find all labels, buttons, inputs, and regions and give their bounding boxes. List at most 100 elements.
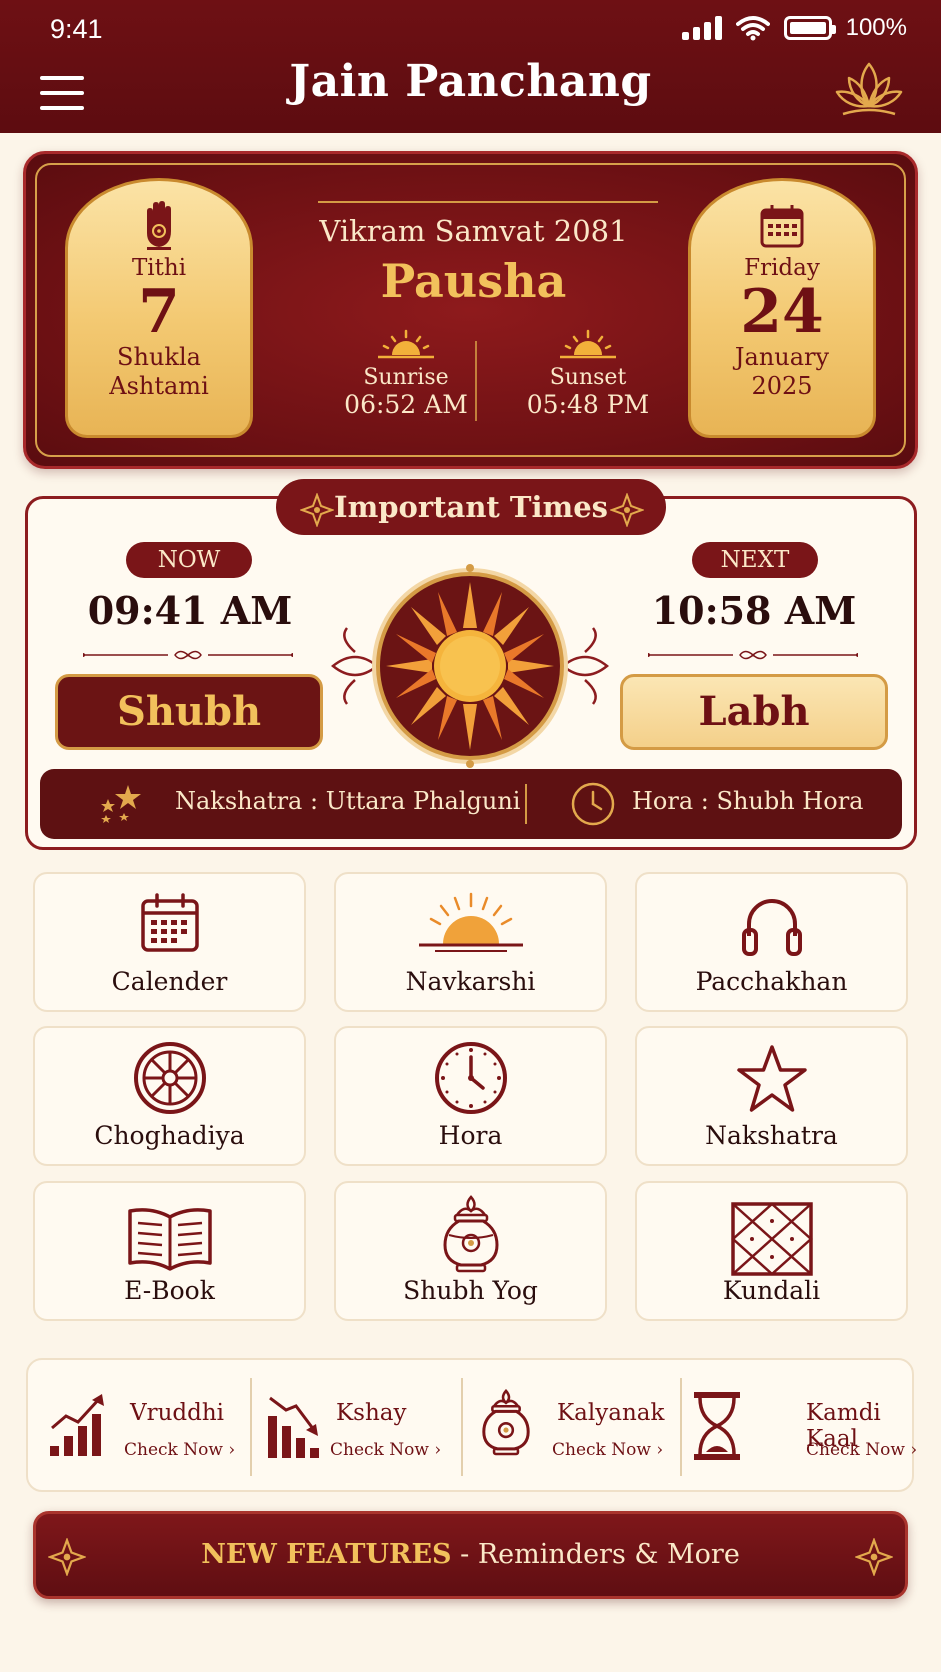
- star-icon: [736, 1045, 807, 1112]
- battery-percent: 100%: [845, 14, 907, 41]
- new-features-banner[interactable]: NEW FEATURES - Reminders & More: [33, 1511, 908, 1599]
- hindu-month: Pausha: [380, 254, 567, 308]
- banner-strong: NEW FEATURES: [201, 1539, 452, 1570]
- quick-title: Kalyanak: [557, 1400, 665, 1426]
- clock-icon: [434, 1042, 507, 1114]
- battery-icon: [783, 16, 836, 40]
- next-choghadiya[interactable]: Labh: [620, 674, 888, 750]
- month-name: January: [734, 343, 830, 371]
- tile-label: Choghadiya: [94, 1121, 245, 1150]
- day-number: 24: [740, 277, 824, 347]
- tithi-arch: Tithi 7 Shukla Ashtami: [65, 178, 253, 438]
- tile-label: Navkarshi: [405, 967, 536, 996]
- quick-cta: Check Now ›: [806, 1440, 918, 1460]
- quick-title: Vruddhi: [130, 1400, 225, 1426]
- now-badge: NOW: [126, 542, 252, 578]
- sunrise-time: 06:52 AM: [344, 390, 468, 419]
- divider-ornament: [83, 650, 293, 660]
- tile-label: Calender: [111, 967, 228, 996]
- tile-nakshatra[interactable]: Nakshatra: [635, 1026, 908, 1166]
- tithi-name: Ashtami: [109, 372, 209, 400]
- wifi-icon: [735, 16, 770, 41]
- sunset-time: 05:48 PM: [526, 390, 650, 419]
- stars-icon: [101, 785, 141, 823]
- tile-label: Kundali: [722, 1276, 821, 1305]
- tile-pacchakhan[interactable]: Pacchakhan: [635, 872, 908, 1012]
- tile-label: Shubh Yog: [403, 1276, 538, 1305]
- quick-title: Kshay: [336, 1400, 407, 1426]
- chevron-right-icon: ›: [656, 1440, 664, 1460]
- app-title: Jain Panchang: [289, 56, 652, 107]
- quick-kalyanak[interactable]: Kalyanak Check Now ›: [463, 1360, 679, 1494]
- year: 2025: [751, 372, 813, 400]
- current-choghadiya[interactable]: Shubh: [55, 674, 323, 750]
- tile-label: Hora: [438, 1121, 503, 1150]
- tile-navkarshi[interactable]: Navkarshi: [334, 872, 607, 1012]
- tile-shubh-yog[interactable]: Shubh Yog: [334, 1181, 607, 1321]
- quick-cta: Check Now ›: [124, 1440, 236, 1460]
- sunset-block: Sunset 05:48 PM: [498, 329, 678, 419]
- sunrise-label: Sunrise: [363, 365, 449, 390]
- sunrise-icon: [418, 892, 523, 952]
- sunrise-block: Sunrise 06:52 AM: [316, 329, 496, 419]
- tile-kundali[interactable]: Kundali: [635, 1181, 908, 1321]
- open-book-icon: [127, 1208, 212, 1271]
- panchang-date-card[interactable]: Tithi 7 Shukla Ashtami Vikram Samvat 208…: [23, 151, 918, 469]
- quick-kshay[interactable]: Kshay Check Now ›: [252, 1360, 460, 1494]
- kalash-icon: [482, 1388, 530, 1456]
- samvat: Vikram Samvat 2081: [319, 214, 628, 248]
- nakshatra-hora-bar[interactable]: Nakshatra : Uttara Phalguni Hora : Shubh…: [40, 769, 902, 839]
- now-time: 09:41 AM: [87, 588, 293, 633]
- jain-hand-icon: [147, 201, 171, 250]
- quick-links-strip: Vruddhi Check Now › Kshay Check Now › Ka…: [26, 1358, 918, 1494]
- clock-icon: [571, 782, 615, 826]
- hourglass-icon: [694, 1392, 740, 1460]
- tile-hora[interactable]: Hora: [334, 1026, 607, 1166]
- chevron-right-icon: ›: [910, 1440, 918, 1460]
- quick-cta: Check Now ›: [330, 1440, 442, 1460]
- ornament-icon: [300, 493, 334, 527]
- date-arch: Friday 24 January 2025: [688, 178, 876, 438]
- info-separator: [525, 784, 527, 824]
- status-icons: 100%: [681, 14, 907, 42]
- tile-label: E-Book: [124, 1276, 215, 1305]
- tile-ebook[interactable]: E-Book: [33, 1181, 306, 1321]
- tithi-number: 7: [138, 277, 180, 347]
- chevron-right-icon: ›: [434, 1440, 442, 1460]
- next-time: 10:58 AM: [651, 588, 857, 633]
- calendar-icon: [140, 893, 199, 952]
- signal-icon: [681, 16, 722, 40]
- banner-rest: - Reminders & More: [451, 1539, 740, 1570]
- banner-text: NEW FEATURES - Reminders & More: [36, 1539, 905, 1570]
- kundali-chart-icon: [730, 1202, 813, 1276]
- sun-divider: [475, 341, 477, 421]
- app-header: 9:41 100% Jain Panchang: [0, 0, 941, 133]
- ornament-icon: [610, 493, 644, 527]
- quick-kamdi-kaal[interactable]: Kamdi Kaal Check Now ›: [682, 1360, 918, 1494]
- chevron-right-icon: ›: [228, 1440, 236, 1460]
- tile-calender[interactable]: Calender: [33, 872, 306, 1012]
- sunset-icon: [560, 329, 616, 359]
- nakshatra-text: Nakshatra : Uttara Phalguni: [175, 787, 521, 815]
- tile-choghadiya[interactable]: Choghadiya: [33, 1026, 306, 1166]
- quick-cta: Check Now ›: [552, 1440, 664, 1460]
- samvat-divider: [318, 201, 658, 203]
- growth-chart-icon: [50, 1394, 104, 1456]
- sunrise-icon: [378, 329, 434, 359]
- paksha: Shukla: [117, 343, 201, 371]
- lotus-icon[interactable]: [833, 58, 905, 120]
- headphones-icon: [741, 899, 802, 956]
- ornament-icon: [855, 1538, 893, 1576]
- decline-chart-icon: [268, 1396, 319, 1458]
- important-times-title: Important Times: [276, 479, 666, 535]
- quick-vruddhi[interactable]: Vruddhi Check Now ›: [28, 1360, 250, 1494]
- next-badge: NEXT: [692, 542, 818, 578]
- status-time: 9:41: [50, 14, 103, 44]
- tile-label: Pacchakhan: [695, 967, 848, 996]
- hora-text: Hora : Shubh Hora: [632, 787, 864, 815]
- divider-ornament: [648, 650, 858, 660]
- kalash-icon: [442, 1195, 499, 1273]
- calendar-icon: [760, 205, 804, 248]
- tile-label: Nakshatra: [705, 1121, 838, 1150]
- wheel-icon: [133, 1042, 206, 1114]
